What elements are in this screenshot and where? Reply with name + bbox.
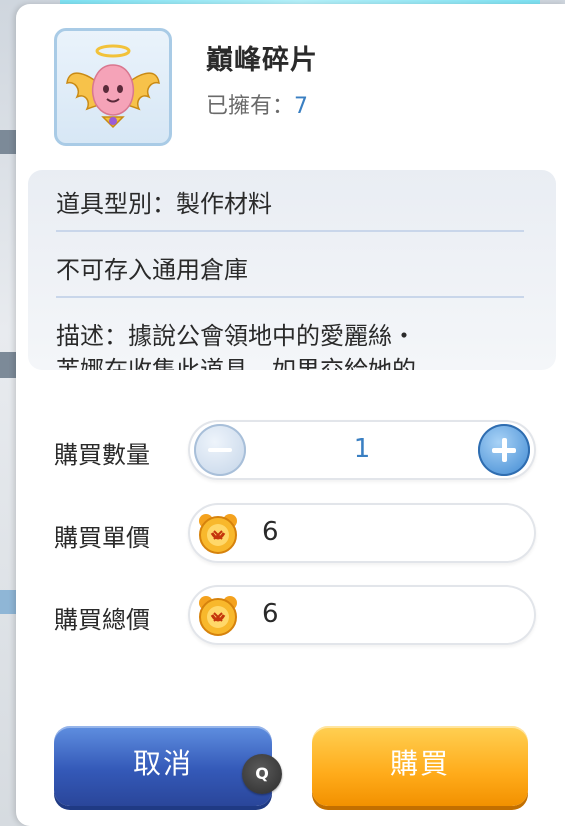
storage-line: 不可存入通用倉庫 — [56, 256, 248, 284]
description-line: 描述：據說公會領地中的愛麗絲・ — [56, 322, 416, 350]
owned-count: 已擁有：7 — [206, 88, 308, 120]
quantity-label: 購買數量 — [54, 441, 150, 469]
item-icon-frame[interactable] — [54, 28, 172, 146]
bear-coin-icon — [199, 596, 237, 636]
plus-icon[interactable] — [478, 424, 530, 476]
divider — [56, 296, 524, 298]
total-price-value: 6 — [262, 599, 279, 629]
divider — [56, 230, 524, 232]
item-name: 巔峰碎片 — [206, 45, 318, 76]
item-type-line: 道具型別：製作材料 — [56, 190, 272, 218]
buy-button[interactable]: 購買 — [312, 726, 528, 806]
owned-label: 已擁有： — [206, 94, 295, 119]
unit-price-label: 購買單價 — [54, 524, 150, 552]
unit-price-field: 6 — [188, 503, 536, 563]
bear-coin-icon — [199, 514, 237, 554]
hotkey-badge: Q — [242, 754, 282, 794]
total-price-field: 6 — [188, 585, 536, 645]
unit-price-value: 6 — [262, 517, 279, 547]
total-price-label: 購買總價 — [54, 606, 150, 634]
owned-number: 7 — [294, 94, 309, 119]
quantity-stepper: 1 — [188, 420, 536, 480]
winged-pink-poring-icon — [66, 44, 160, 129]
item-info-box[interactable]: 道具型別：製作材料 不可存入通用倉庫 描述：據說公會領地中的愛麗絲・ 芙娜在收集… — [28, 170, 556, 370]
cancel-button[interactable]: 取消 — [54, 726, 272, 806]
description-line-clipped: 芙娜在收集此道具，如果交給她的 — [56, 356, 416, 370]
